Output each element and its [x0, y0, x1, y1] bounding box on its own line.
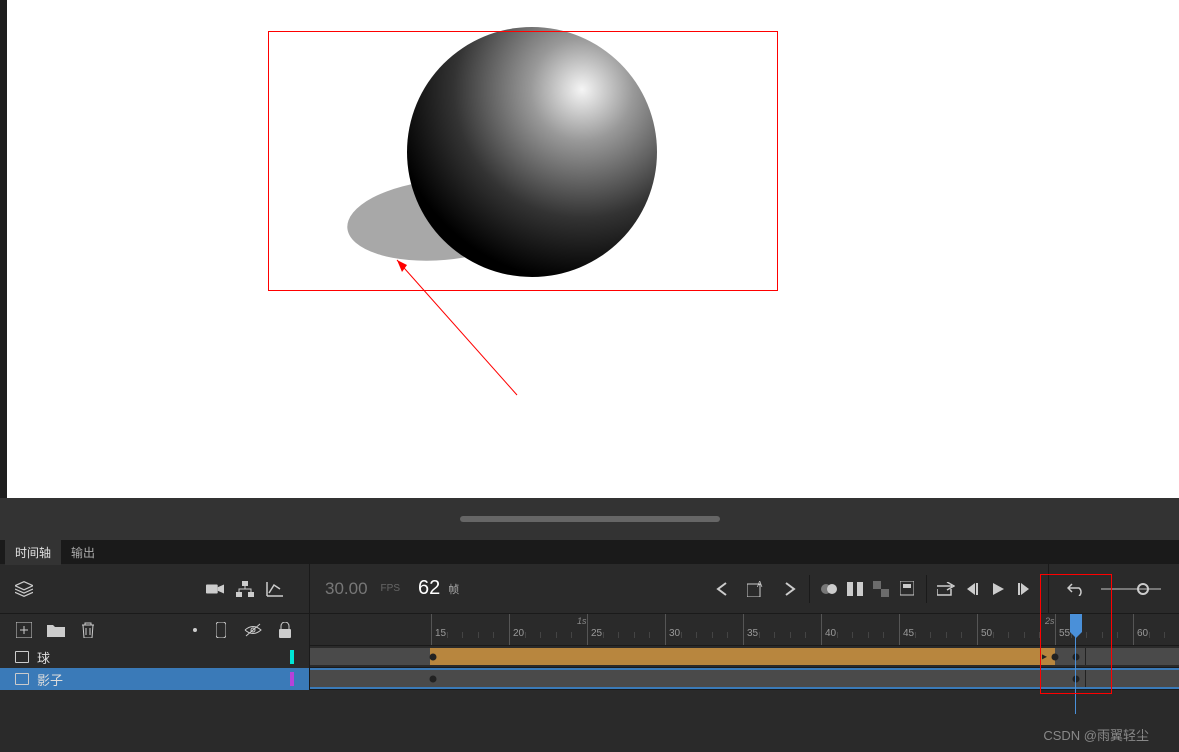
frame-value[interactable]: 62	[418, 577, 440, 600]
visibility-icon[interactable]	[244, 621, 262, 639]
ruler-tick: 35	[743, 614, 758, 645]
frame-label: 帧	[448, 581, 459, 597]
tab-output[interactable]: 输出	[61, 540, 105, 565]
canvas-stage[interactable]	[0, 0, 1179, 498]
ruler-tick: 55	[1055, 614, 1070, 645]
export-icon[interactable]	[937, 580, 955, 598]
ruler-row: 1s 2s 1520253035404550556065	[0, 614, 1179, 646]
timeline-controls: 30.00 FPS 62 帧 A	[0, 564, 1179, 614]
ruler-tick: 20	[509, 614, 524, 645]
dot-icon[interactable]	[192, 621, 198, 639]
layer-row-shadow[interactable]: 影子	[0, 668, 1179, 690]
zoom-slider[interactable]	[1101, 580, 1161, 598]
timeline-ruler[interactable]: 1s 2s 1520253035404550556065	[310, 614, 1179, 646]
onion-outline-icon[interactable]	[846, 580, 864, 598]
panel-tabs: 时间轴 输出	[0, 540, 1179, 564]
camera-icon[interactable]	[206, 580, 224, 598]
ruler-tick: 30	[665, 614, 680, 645]
layer-name-label: 球	[37, 648, 282, 667]
horizontal-scroll-area	[0, 498, 1179, 540]
ruler-seconds-1: 1s	[577, 616, 587, 626]
layer-track-ball[interactable]: ▸	[310, 646, 1179, 668]
layers-menu-icon[interactable]	[15, 580, 33, 598]
ruler-tick: 15	[431, 614, 446, 645]
layer-name-label: 影子	[37, 670, 282, 689]
layer-track-shadow[interactable]	[310, 668, 1179, 690]
layer-color-chip	[290, 672, 294, 686]
layer-row-ball[interactable]: 球 ▸	[0, 646, 1179, 668]
prev-kf-icon[interactable]	[713, 580, 731, 598]
graph-icon[interactable]	[266, 580, 284, 598]
ruler-tick: 40	[821, 614, 836, 645]
play-icon[interactable]	[989, 580, 1007, 598]
layer-color-chip	[290, 650, 294, 664]
folder-icon[interactable]	[47, 621, 65, 639]
lock-icon[interactable]	[276, 621, 294, 639]
ruler-tick: 60	[1133, 614, 1148, 645]
ruler-tick: 50	[977, 614, 992, 645]
add-layer-icon[interactable]	[15, 621, 33, 639]
next-kf-icon[interactable]	[781, 580, 799, 598]
playhead[interactable]	[1070, 614, 1082, 632]
step-back-icon[interactable]	[963, 580, 981, 598]
step-forward-icon[interactable]	[1015, 580, 1033, 598]
svg-text:A: A	[757, 581, 763, 589]
layer-type-icon	[15, 673, 29, 685]
watermark: CSDN @雨翼轻尘	[1043, 725, 1149, 744]
insert-kf-icon[interactable]: A	[747, 580, 765, 598]
highlight-icon[interactable]	[212, 621, 230, 639]
timeline-panel: 30.00 FPS 62 帧 A	[0, 564, 1179, 752]
hierarchy-icon[interactable]	[236, 580, 254, 598]
scroll-thumb[interactable]	[460, 516, 720, 522]
fps-label: FPS	[381, 583, 400, 594]
delete-icon[interactable]	[79, 621, 97, 639]
fps-value[interactable]: 30.00	[325, 579, 368, 599]
ruler-tick: 25	[587, 614, 602, 645]
ruler-seconds-2: 2s	[1045, 616, 1055, 626]
onion-skin-icon[interactable]	[820, 580, 838, 598]
layers-list: 球 ▸ 影子	[0, 646, 1179, 752]
tab-timeline[interactable]: 时间轴	[5, 540, 61, 565]
undo-icon[interactable]	[1067, 580, 1085, 598]
marker-icon[interactable]	[898, 580, 916, 598]
edit-frames-icon[interactable]	[872, 580, 890, 598]
ruler-tick: 45	[899, 614, 914, 645]
layer-type-icon	[15, 651, 29, 663]
annotation-arrow	[387, 250, 527, 400]
